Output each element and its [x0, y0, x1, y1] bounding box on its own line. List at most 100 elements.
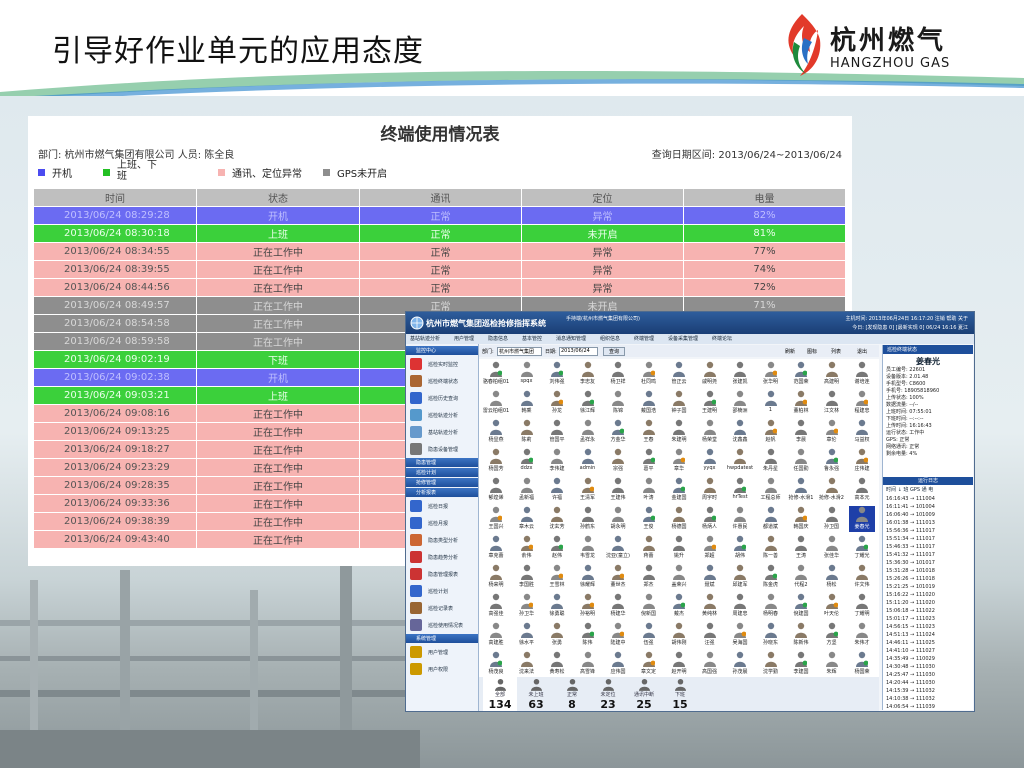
- person-cell[interactable]: 张建凯: [727, 361, 753, 387]
- person-cell[interactable]: 陈锦: [605, 390, 631, 416]
- person-cell[interactable]: 杨松: [819, 564, 845, 590]
- app-tab[interactable]: 消息通知管理: [556, 335, 586, 343]
- person-cell[interactable]: 谢培连: [849, 361, 875, 387]
- sidebar-item[interactable]: 巡检终端状态: [406, 373, 478, 389]
- person-cell[interactable]: 金建国: [666, 477, 692, 503]
- person-cell[interactable]: 王涛: [788, 535, 814, 561]
- person-cell[interactable]: 赵开明: [666, 651, 692, 677]
- person-cell[interactable]: 张勇: [544, 622, 570, 648]
- person-cell[interactable]: 高建胜: [483, 622, 509, 648]
- person-cell[interactable]: 邵楠洲: [727, 390, 753, 416]
- person-cell[interactable]: 杨荣堂: [697, 419, 723, 445]
- person-cell[interactable]: 高国强: [697, 651, 723, 677]
- person-cell[interactable]: 1: [758, 390, 784, 416]
- sidebar-item[interactable]: 隐患管理报表: [406, 566, 478, 582]
- person-cell[interactable]: 胡伟刚: [666, 622, 692, 648]
- person-cell[interactable]: 鲁永强: [819, 448, 845, 474]
- person-cell[interactable]: 胡伟: [727, 535, 753, 561]
- query-button[interactable]: 查询: [603, 347, 625, 356]
- status-count-0[interactable]: 全部 134: [483, 677, 517, 711]
- person-cell[interactable]: 郑超: [697, 535, 723, 561]
- person-cell[interactable]: 章木云: [514, 506, 540, 532]
- person-cell[interactable]: 韦雪龙: [575, 535, 601, 561]
- sidebar-section-header[interactable]: 巡检计划: [406, 468, 478, 477]
- person-cell[interactable]: 聂斌: [697, 564, 723, 590]
- person-cell[interactable]: 杨德国: [666, 506, 692, 532]
- person-cell[interactable]: 高本元: [849, 477, 875, 503]
- person-cell[interactable]: 郁煌烯: [483, 477, 509, 503]
- person-cell[interactable]: 黄纯林: [697, 593, 723, 619]
- app-tab[interactable]: 基本管控: [522, 335, 542, 343]
- person-cell[interactable]: 朱丹星: [758, 448, 784, 474]
- person-cell[interactable]: 姜春光: [849, 506, 875, 532]
- person-cell[interactable]: 沈来法: [514, 651, 540, 677]
- sidebar-item[interactable]: 用户管理: [406, 644, 478, 660]
- person-cell[interactable]: 李建国: [788, 651, 814, 677]
- person-cell[interactable]: 沈亚(童立): [605, 535, 631, 561]
- sidebar-item[interactable]: 巡检使用情况表: [406, 617, 478, 633]
- person-cell[interactable]: 许惠民: [727, 506, 753, 532]
- person-cell[interactable]: 朱伟才: [849, 622, 875, 648]
- person-cell[interactable]: 孙茂晨: [727, 651, 753, 677]
- person-cell[interactable]: 陈莉: [514, 419, 540, 445]
- person-cell[interactable]: 徐勇聪: [544, 593, 570, 619]
- sidebar-item[interactable]: 巡检记录表: [406, 600, 478, 616]
- person-cell[interactable]: 高建明: [819, 361, 845, 387]
- person-cell[interactable]: 陆建中: [605, 622, 631, 648]
- person-cell[interactable]: 盖荣兴: [666, 564, 692, 590]
- person-cell[interactable]: spqx: [514, 361, 540, 387]
- person-cell[interactable]: 王俊: [636, 506, 662, 532]
- person-cell[interactable]: 章华: [666, 448, 692, 474]
- app-tab[interactable]: 隐患信息: [488, 335, 508, 343]
- person-cell[interactable]: 王建明: [697, 390, 723, 416]
- person-cell[interactable]: 孙裕明: [575, 593, 601, 619]
- icon-view-button[interactable]: 图标: [807, 348, 817, 355]
- person-cell[interactable]: 孙鹤东: [575, 506, 601, 532]
- person-cell[interactable]: 周建忠: [727, 593, 753, 619]
- person-cell[interactable]: 方坚: [819, 622, 845, 648]
- person-cell[interactable]: 王雪林: [544, 564, 570, 590]
- person-cell[interactable]: 戴杰: [666, 593, 692, 619]
- person-cell[interactable]: 吴海国: [727, 622, 753, 648]
- sidebar-item[interactable]: 巡检历史查询: [406, 390, 478, 406]
- person-cell[interactable]: hrTest: [727, 477, 753, 503]
- person-cell[interactable]: 董世杰: [605, 564, 631, 590]
- person-cell[interactable]: 章克蕾: [483, 535, 509, 561]
- person-cell[interactable]: 应伟国: [605, 651, 631, 677]
- sidebar-section-header[interactable]: 隐患管理: [406, 458, 478, 467]
- person-cell[interactable]: 张华明: [758, 361, 784, 387]
- person-cell[interactable]: 抢修-水滑2: [819, 477, 845, 503]
- person-cell[interactable]: 范国荣: [788, 361, 814, 387]
- run-log-lines[interactable]: 16:16:43 → 111004 16:11:41 → 101004 16:0…: [886, 495, 935, 711]
- person-cell[interactable]: 董柏林: [788, 390, 814, 416]
- person-cell[interactable]: 庄伟建: [849, 448, 875, 474]
- sidebar-item[interactable]: 巡检计划: [406, 583, 478, 599]
- sidebar-item[interactable]: 隐患设备管理: [406, 441, 478, 457]
- status-count-3[interactable]: 未定位 23: [591, 677, 625, 711]
- person-cell[interactable]: 徐江辉: [575, 390, 601, 416]
- person-cell[interactable]: 许文伟: [849, 564, 875, 590]
- person-cell[interactable]: 杜同鸣: [636, 361, 662, 387]
- app-tab[interactable]: 终端管理: [634, 335, 654, 343]
- person-cell[interactable]: hwpdatest: [727, 448, 753, 474]
- person-cell[interactable]: 马益权: [849, 419, 875, 445]
- date-input[interactable]: 2013/06/24: [559, 347, 598, 356]
- person-cell[interactable]: 邱建军: [727, 564, 753, 590]
- person-cell[interactable]: 孙晓东: [758, 622, 784, 648]
- person-cell[interactable]: 沈鑫鑫: [727, 419, 753, 445]
- person-cell[interactable]: 周宇时: [697, 477, 723, 503]
- person-cell[interactable]: 钟子国: [666, 390, 692, 416]
- person-cell[interactable]: admin: [575, 448, 601, 474]
- person-cell[interactable]: 王清军: [575, 477, 601, 503]
- person-cell[interactable]: 方金华: [605, 419, 631, 445]
- person-cell[interactable]: 代程2: [788, 564, 814, 590]
- sidebar-section-header[interactable]: 分析报表: [406, 488, 478, 497]
- status-count-2[interactable]: 正常 8: [555, 677, 589, 711]
- person-cell[interactable]: 李国胜: [514, 564, 540, 590]
- person-cell[interactable]: 章伦: [819, 419, 845, 445]
- sidebar-item[interactable]: 巡检月报: [406, 515, 478, 531]
- person-cell[interactable]: 郑杰: [636, 564, 662, 590]
- person-cell[interactable]: 管正云: [666, 361, 692, 387]
- person-cell[interactable]: 徐水平: [514, 622, 540, 648]
- person-cell[interactable]: 许福: [544, 477, 570, 503]
